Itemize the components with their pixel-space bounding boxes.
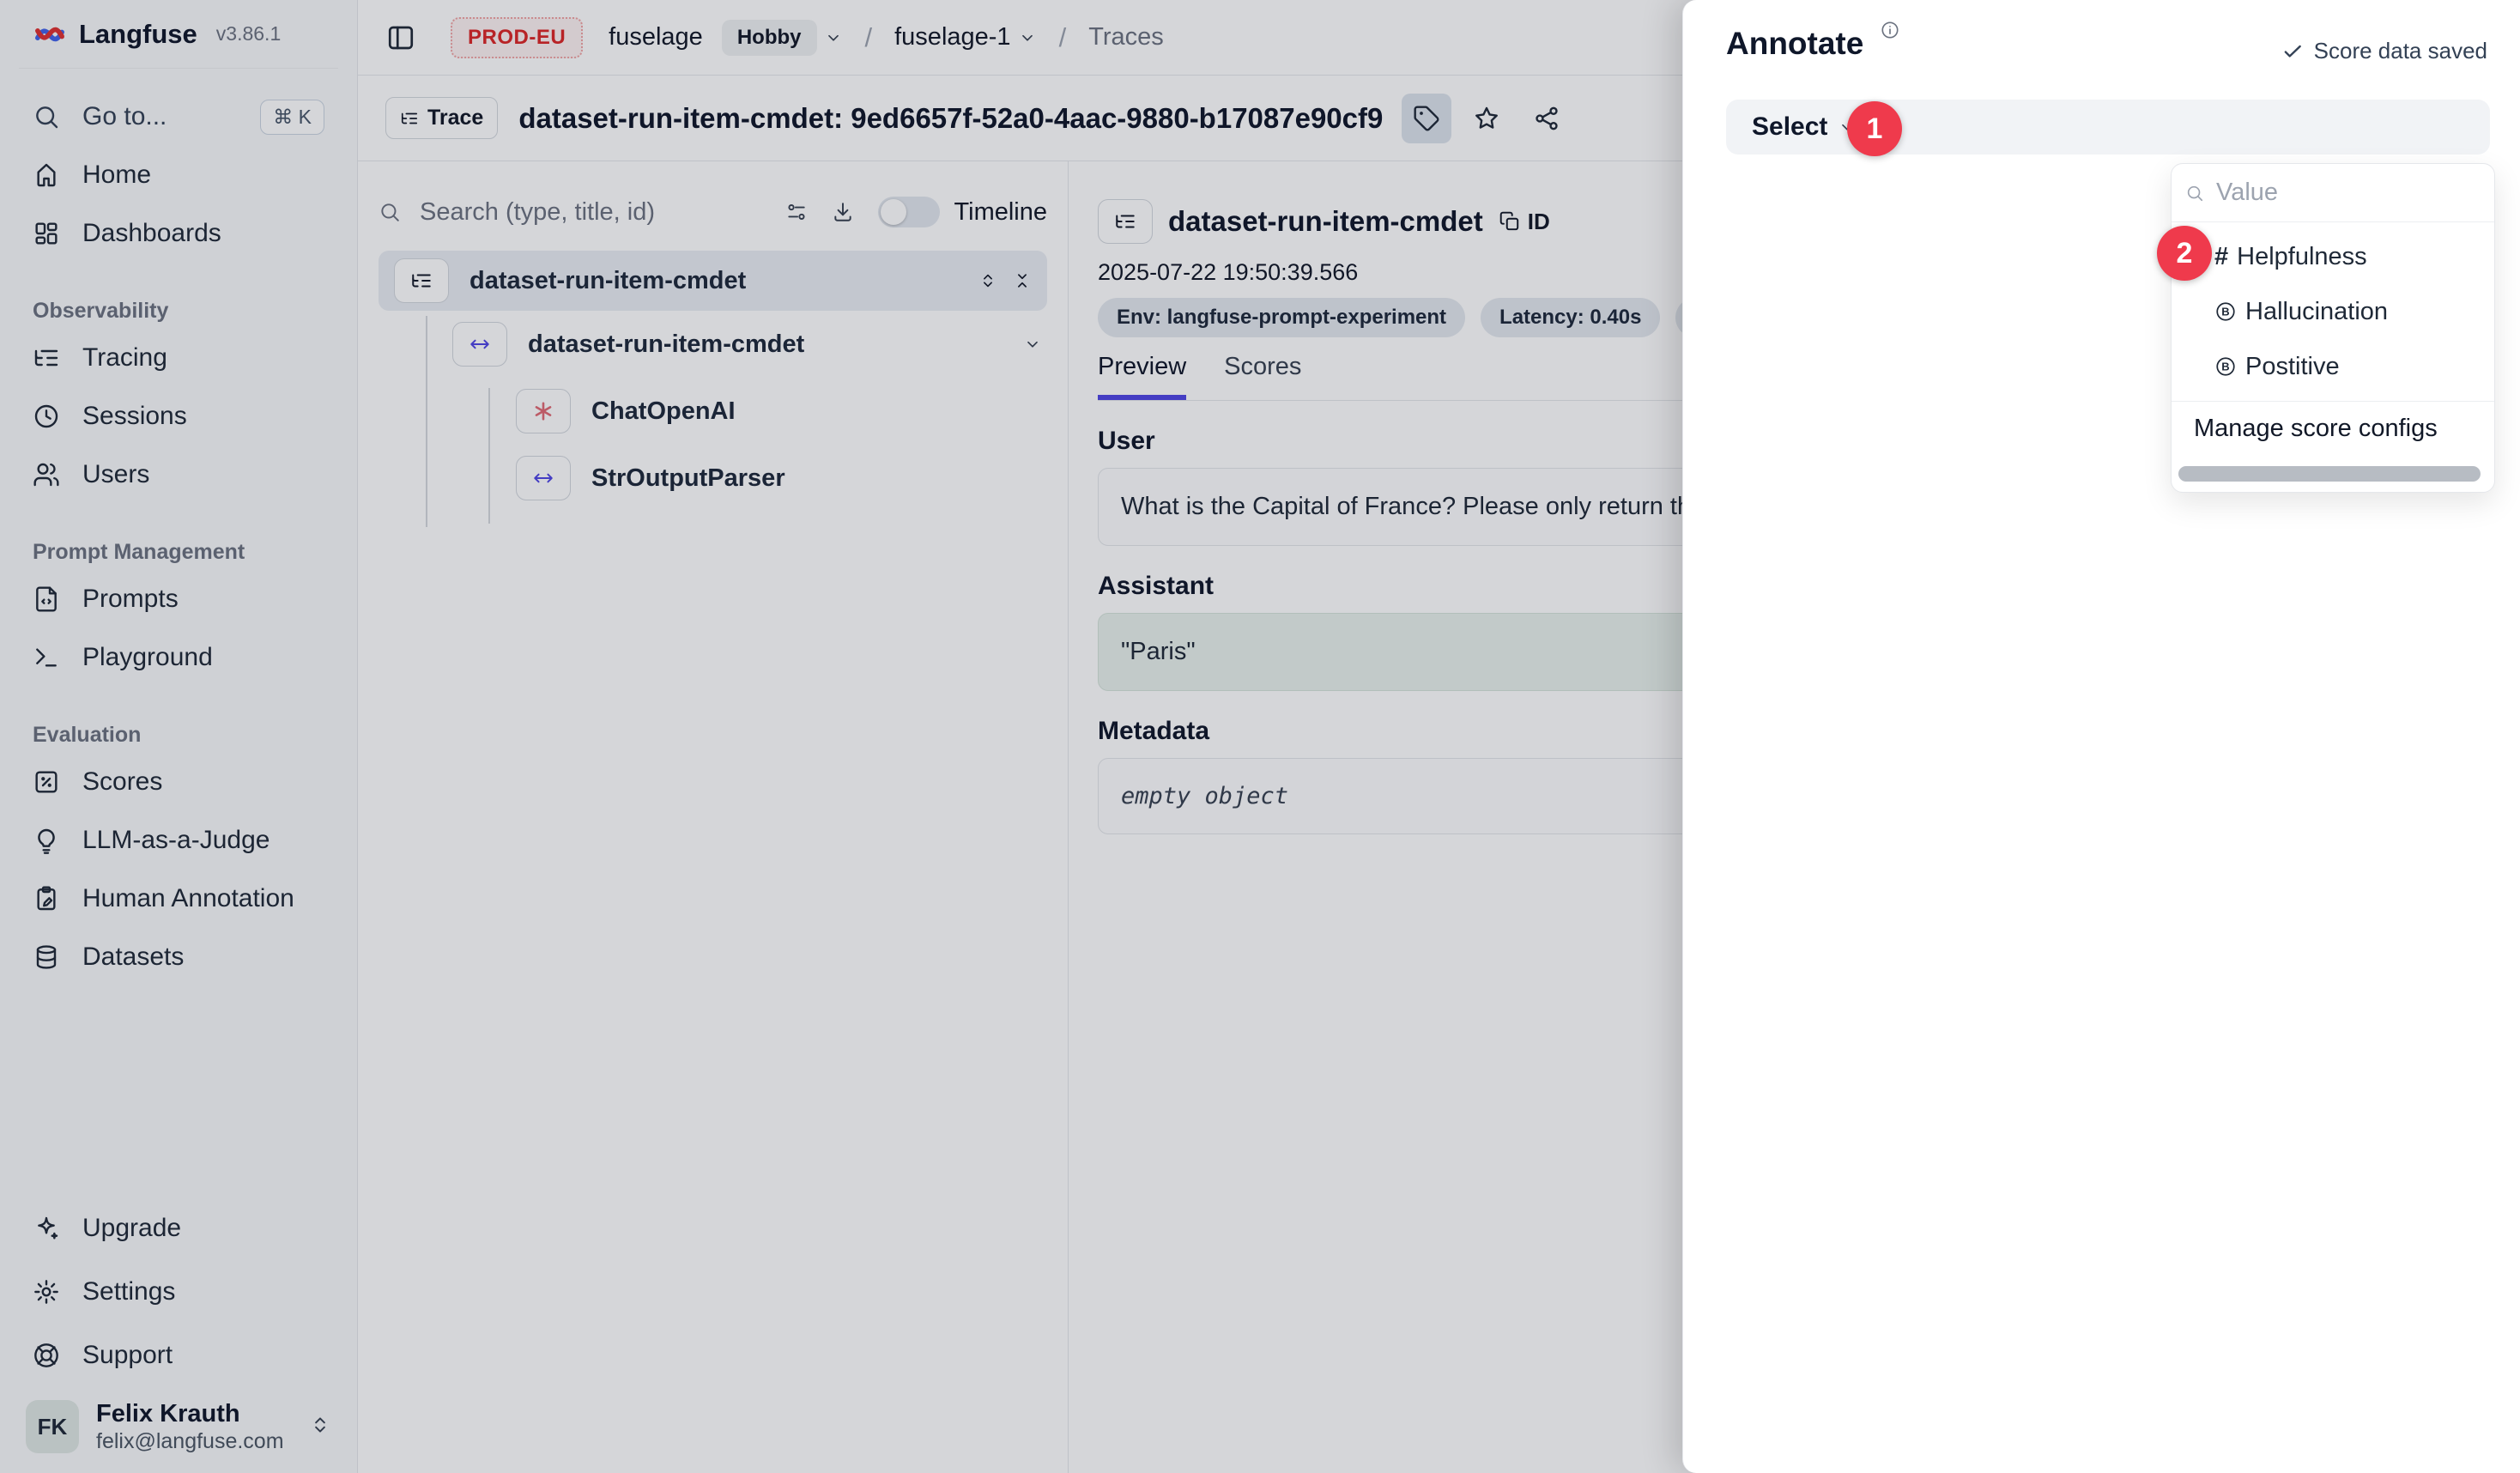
select-label: Select (1752, 112, 1827, 142)
score-option-helpfulness[interactable]: # Helpfulness (2172, 229, 2494, 284)
annotate-drawer: Annotate Score data saved Select # Helpf… (1682, 0, 2520, 1473)
score-select-trigger[interactable]: Select (1726, 100, 2490, 155)
manage-score-configs-button[interactable]: Manage score configs (2172, 402, 2494, 455)
svg-text:B: B (2221, 306, 2229, 318)
score-option-label: Postitive (2245, 353, 2340, 381)
score-config-dropdown: # Helpfulness B Hallucination B Postitiv… (2171, 163, 2495, 493)
circled-b-icon: B (2214, 300, 2237, 323)
save-status: Score data saved (2281, 38, 2487, 64)
svg-text:B: B (2221, 361, 2229, 373)
check-icon (2281, 40, 2304, 63)
save-status-label: Score data saved (2314, 38, 2487, 64)
score-option-hallucination[interactable]: B Hallucination (2172, 284, 2494, 339)
info-icon[interactable] (1881, 21, 1899, 44)
annotation-marker-1: 1 (1847, 101, 1902, 156)
circled-b-icon: B (2214, 355, 2237, 378)
score-option-label: Helpfulness (2237, 243, 2367, 271)
annotation-marker-2: 2 (2157, 226, 2212, 281)
annotate-title: Annotate (1726, 26, 1863, 62)
score-option-postitive[interactable]: B Postitive (2172, 339, 2494, 394)
dropdown-search-input[interactable] (2214, 178, 2481, 208)
app-root: Langfuse v3.86.1 Go to... ⌘ K Home Dashb… (0, 0, 2520, 1473)
dropdown-search-row (2172, 164, 2494, 222)
search-icon (2185, 184, 2204, 203)
numeric-score-icon: # (2214, 243, 2228, 271)
dropdown-scrollbar[interactable] (2178, 466, 2481, 482)
score-option-label: Hallucination (2245, 298, 2388, 326)
